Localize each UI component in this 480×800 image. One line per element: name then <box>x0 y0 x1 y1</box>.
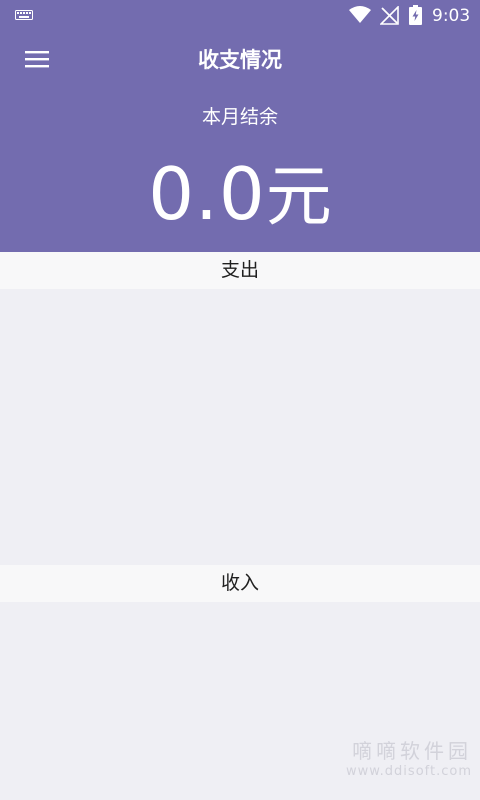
app-screen: 9:03 收支情况 本月结余 0.0元 支出 收入 嘀嘀软件园 www.ddis… <box>0 0 480 800</box>
status-bar: 9:03 <box>0 0 480 32</box>
status-time: 9:03 <box>432 6 471 26</box>
signal-off-icon <box>380 6 399 25</box>
monthly-balance-label: 本月结余 <box>201 106 278 128</box>
expense-section-header: 支出 <box>0 252 480 289</box>
wifi-icon <box>349 6 371 23</box>
battery-charging-icon <box>409 5 422 25</box>
watermark: 嘀嘀软件园 www.ddisoft.com <box>346 738 472 780</box>
balance-amount: 0.0 <box>148 152 266 236</box>
top-header: 9:03 收支情况 本月结余 0.0元 <box>0 0 480 252</box>
watermark-url: www.ddisoft.com <box>345 764 472 779</box>
page-title: 收支情况 <box>198 48 282 72</box>
monthly-balance-value: 0.0元 <box>0 148 480 243</box>
income-section-header: 收入 <box>0 565 480 602</box>
balance-unit: 元 <box>265 158 332 235</box>
watermark-main: 嘀嘀软件园 <box>352 739 472 763</box>
keyboard-icon <box>15 10 33 20</box>
expense-section-body <box>0 289 480 565</box>
